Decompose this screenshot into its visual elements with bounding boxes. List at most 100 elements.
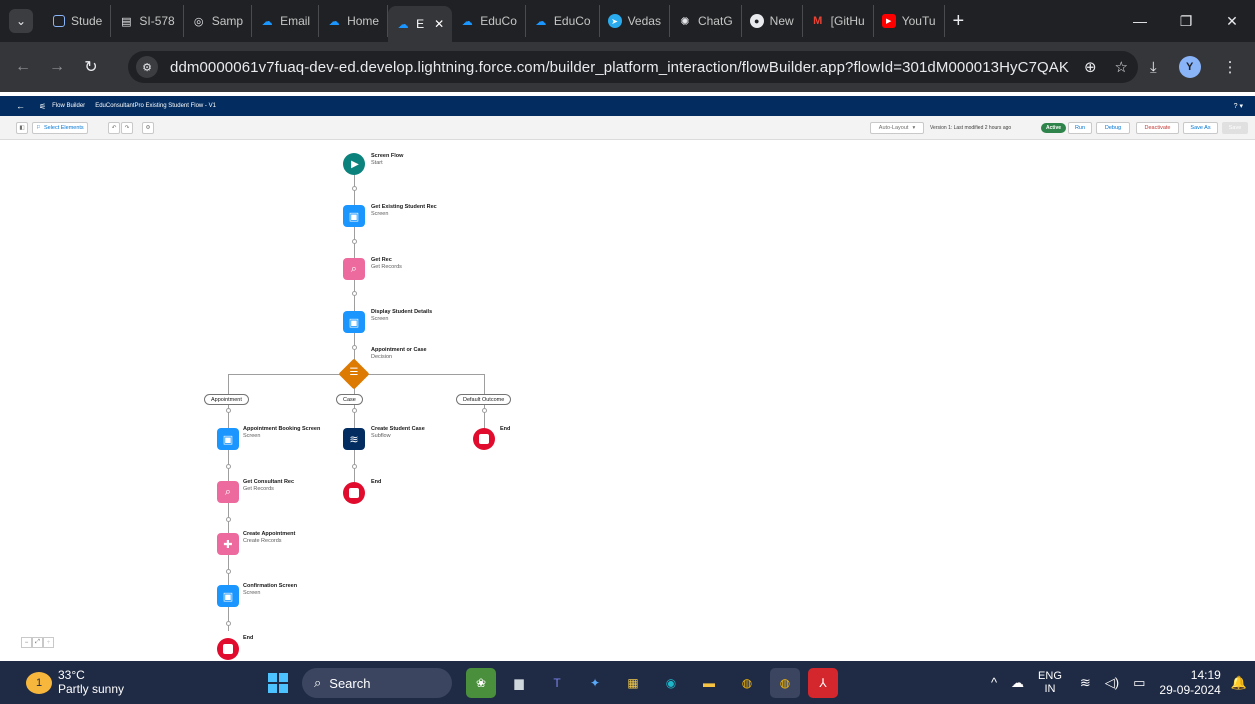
tab-educo-2[interactable]: ☁ EduCo [526, 5, 600, 37]
tab-educo-1[interactable]: ☁ EduCo [452, 5, 526, 37]
outcome-pill-default[interactable]: Default Outcome [456, 394, 512, 405]
partly-sunny-icon: 1 [26, 671, 52, 694]
help-menu[interactable]: ? ▾ [1234, 102, 1243, 110]
screen-node-confirmation[interactable]: ▣ [217, 585, 239, 607]
back-arrow-icon[interactable]: ← [16, 101, 25, 111]
tab-samp[interactable]: ◎ Samp [184, 5, 253, 37]
add-element-dot[interactable] [352, 239, 357, 244]
get-records-icon: ⌕ [224, 485, 232, 498]
auto-layout-select[interactable]: Auto-Layout ▾ [870, 122, 924, 134]
tab-email[interactable]: ☁ Email [252, 5, 320, 37]
settings-gear-button[interactable]: ⚙ [142, 122, 154, 134]
debug-button[interactable]: Debug [1096, 122, 1130, 134]
tab-si[interactable]: ▤ SI-578 [111, 5, 184, 37]
node-label: Create Student Case Subflow [371, 426, 425, 440]
flow-canvas[interactable]: ▶ Screen Flow Start ▣ Get Existing Studen… [0, 141, 1255, 661]
omnibox[interactable]: ⚙ ddm0000061v7fuaq-dev-ed.develop.lightn… [128, 51, 1138, 83]
reload-icon[interactable]: ↻ [74, 57, 108, 77]
tab-home[interactable]: ☁ Home [319, 5, 389, 37]
add-element-dot[interactable] [226, 517, 231, 522]
subflow-node-create-case[interactable]: ≋ [343, 428, 365, 450]
zoom-icon[interactable]: ⊕ [1084, 58, 1097, 76]
create-records-node-appointment[interactable]: ✚ [217, 533, 239, 555]
restore-icon[interactable]: ❐ [1163, 13, 1209, 30]
onedrive-cloud-icon[interactable]: ☁ [1011, 675, 1024, 691]
taskbar-search[interactable]: ⌕ Search [302, 668, 452, 698]
add-element-dot[interactable] [226, 464, 231, 469]
bookmark-star-icon[interactable]: ☆ [1115, 58, 1128, 76]
redo-button[interactable]: ↷ [121, 122, 133, 134]
end-node-default[interactable] [473, 428, 495, 450]
start-node[interactable]: ▶ [343, 153, 365, 175]
acrobat-icon[interactable]: ⅄ [808, 668, 838, 698]
get-records-node-get-rec[interactable]: ⌕ [343, 258, 365, 280]
battery-icon[interactable]: ▭ [1133, 675, 1145, 691]
save-as-button[interactable]: Save As [1183, 122, 1218, 134]
add-element-dot[interactable] [226, 408, 231, 413]
fit-view-icon[interactable]: ⤢ [32, 637, 43, 648]
close-tab-icon[interactable]: ✕ [434, 17, 444, 31]
outcome-pill-appointment[interactable]: Appointment [204, 394, 249, 405]
add-element-dot[interactable] [352, 408, 357, 413]
tab-vedas[interactable]: ➤ Vedas [600, 5, 670, 37]
tab-github[interactable]: ● New [742, 5, 803, 37]
get-records-node-consultant[interactable]: ⌕ [217, 481, 239, 503]
chrome-icon[interactable]: ◍ [732, 668, 762, 698]
edge-icon[interactable]: ◉ [656, 668, 686, 698]
add-element-dot[interactable] [352, 464, 357, 469]
forward-icon[interactable]: → [40, 58, 74, 76]
end-node-case[interactable] [343, 482, 365, 504]
add-element-dot[interactable] [482, 408, 487, 413]
chevron-up-icon[interactable]: ^ [991, 675, 997, 690]
toggle-panel-button[interactable]: ◧ [16, 122, 28, 134]
browser-menu-icon[interactable]: ⋮ [1223, 58, 1238, 76]
deactivate-button[interactable]: Deactivate [1136, 122, 1179, 134]
screen-node-get-existing[interactable]: ▣ [343, 205, 365, 227]
notification-bell-icon[interactable]: 🔔 [1231, 675, 1247, 691]
add-element-dot[interactable] [352, 186, 357, 191]
active-badge: Active [1041, 123, 1067, 133]
save-button[interactable]: Save [1222, 122, 1248, 134]
zoom-out-icon[interactable]: − [21, 637, 32, 648]
tab-search-icon[interactable]: ⌄ [9, 9, 33, 33]
windows-start-icon[interactable] [268, 673, 288, 693]
tab-youtube[interactable]: ▶ YouTu [874, 5, 945, 37]
weather-widget[interactable]: 1 33°C Partly sunny [26, 668, 124, 697]
add-element-dot[interactable] [352, 291, 357, 296]
add-element-dot[interactable] [226, 621, 231, 626]
file-explorer-icon[interactable]: ▬ [694, 668, 724, 698]
widgets-icon[interactable]: ❀ [466, 668, 496, 698]
profile-avatar[interactable]: Y [1178, 56, 1201, 78]
language-indicator[interactable]: ENG IN [1038, 670, 1062, 695]
salesforce-cloud-icon: ☁ [328, 15, 340, 28]
minimize-icon[interactable]: — [1117, 13, 1163, 29]
tab-chatgpt[interactable]: ✺ ChatG [670, 5, 742, 37]
back-icon[interactable]: ← [6, 58, 40, 76]
undo-button[interactable]: ↶ [108, 122, 120, 134]
run-button[interactable]: Run [1068, 122, 1092, 134]
tab-active-flow[interactable]: ☁ E ✕ [388, 6, 453, 42]
task-view-icon[interactable]: ▆ [504, 668, 534, 698]
screen-node-display-details[interactable]: ▣ [343, 311, 365, 333]
site-settings-icon[interactable]: ⚙ [136, 56, 158, 78]
store-icon[interactable]: ▦ [618, 668, 648, 698]
close-window-icon[interactable]: ✕ [1209, 13, 1255, 30]
wifi-icon[interactable]: ≋ [1080, 675, 1091, 691]
screen-node-appointment-booking[interactable]: ▣ [217, 428, 239, 450]
outcome-pill-case[interactable]: Case [336, 394, 363, 405]
chrome-profile-icon[interactable]: ◍ [770, 668, 800, 698]
end-node-final[interactable] [217, 638, 239, 660]
clock[interactable]: 14:19 29-09-2024 [1159, 668, 1220, 697]
add-element-dot[interactable] [226, 569, 231, 574]
window-controls: — ❐ ✕ [1117, 0, 1255, 42]
teams-icon[interactable]: T [542, 668, 572, 698]
select-elements-button[interactable]: ⚐ Select Elements [32, 122, 88, 134]
volume-icon[interactable]: ◁) [1105, 675, 1119, 691]
download-icon[interactable]: ⤓ [1150, 59, 1157, 76]
zoom-in-icon[interactable]: + [43, 637, 54, 648]
tab-gmail[interactable]: M [GitHu [803, 5, 874, 37]
copilot-icon[interactable]: ✦ [580, 668, 610, 698]
tab-stude[interactable]: Stude [45, 5, 112, 37]
add-element-dot[interactable] [352, 345, 357, 350]
new-tab-icon[interactable]: + [953, 10, 965, 33]
